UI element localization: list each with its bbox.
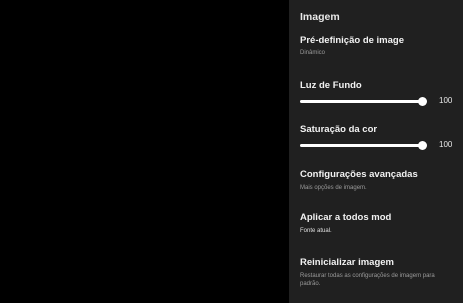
apply-to-all-label: Aplicar a todos mod — [300, 212, 392, 223]
panel-title: Imagem — [300, 11, 340, 23]
backlight-slider-track — [300, 100, 424, 103]
menu-item-backlight[interactable]: Luz de Fundo 100 — [300, 80, 458, 107]
picture-preset-label: Pré-definição de image — [300, 35, 405, 46]
backlight-value: 100 — [439, 96, 453, 105]
backlight-label: Luz de Fundo — [300, 80, 362, 91]
apply-to-all-description: Fonte atual. — [300, 228, 332, 234]
backlight-slider[interactable]: 100 — [300, 95, 458, 107]
menu-item-advanced-settings[interactable]: Configurações avançadas Mais opções de i… — [300, 169, 458, 192]
backlight-slider-knob[interactable] — [418, 97, 427, 106]
advanced-settings-description: Mais opções de imagem. — [300, 185, 367, 191]
reset-picture-description: Restaurar todas as configurações de imag… — [300, 273, 435, 287]
tv-screen: Imagem Pré-definição de image Dinâmico L… — [0, 0, 463, 303]
picture-settings-panel: Imagem Pré-definição de image Dinâmico L… — [289, 0, 463, 303]
color-saturation-slider-knob[interactable] — [418, 141, 427, 150]
menu-item-picture-preset[interactable]: Pré-definição de image Dinâmico — [300, 35, 458, 57]
menu-item-color-saturation[interactable]: Saturação da cor 100 — [300, 124, 458, 151]
color-saturation-label: Saturação da cor — [300, 124, 378, 135]
color-saturation-slider-track — [300, 144, 424, 147]
menu-item-apply-to-all[interactable]: Aplicar a todos mod Fonte atual. — [300, 212, 458, 235]
reset-picture-label: Reinicializar imagem — [300, 257, 394, 268]
color-saturation-value: 100 — [439, 140, 453, 149]
menu-item-reset-picture[interactable]: Reinicializar imagem Restaurar todas as … — [300, 257, 458, 288]
picture-preset-value: Dinâmico — [300, 50, 326, 56]
color-saturation-slider[interactable]: 100 — [300, 139, 458, 151]
video-preview-area — [0, 0, 289, 303]
advanced-settings-label: Configurações avançadas — [300, 169, 418, 180]
